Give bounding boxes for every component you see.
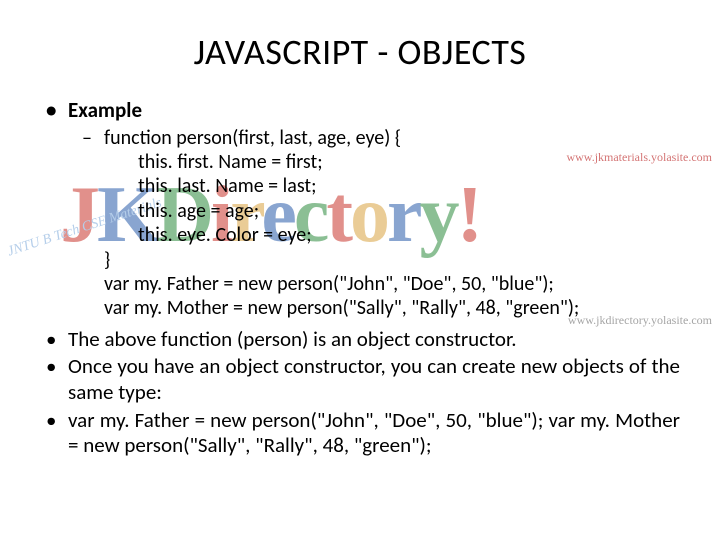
bullet-2: Once you have an object constructor, you… xyxy=(40,354,680,405)
body-text: Example function person(first, last, age… xyxy=(40,98,680,459)
code-line-4: this. eye. Color = eye; xyxy=(40,223,680,247)
code-var-2: var my. Mother = new person("Sally", "Ra… xyxy=(40,296,680,320)
slide-content: JAVASCRIPT - OBJECTS Example function pe… xyxy=(0,0,720,459)
bullet-3: var my. Father = new person("John", "Doe… xyxy=(40,408,680,459)
code-fn-close: } xyxy=(40,248,680,272)
code-var-1: var my. Father = new person("John", "Doe… xyxy=(40,272,680,296)
bullet-1: The above function (person) is an object… xyxy=(40,327,680,353)
code-line-1: this. first. Name = first; xyxy=(40,150,680,174)
code-line-3: this. age = age; xyxy=(40,199,680,223)
code-line-2: this. last. Name = last; xyxy=(40,174,680,198)
example-label: Example xyxy=(40,98,680,124)
code-fn-open: function person(first, last, age, eye) { xyxy=(40,126,680,150)
slide-title: JAVASCRIPT - OBJECTS xyxy=(40,30,680,74)
